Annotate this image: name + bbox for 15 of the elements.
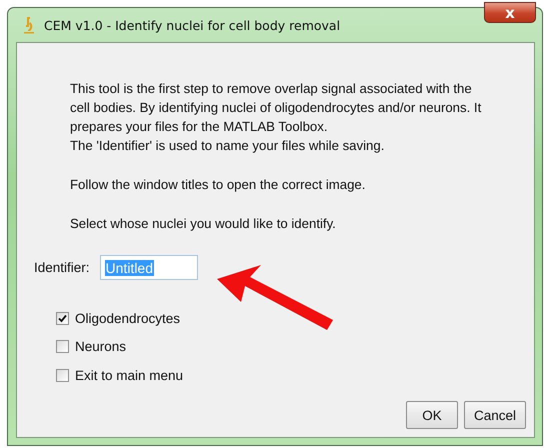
instruction-text: This tool is the first step to remove overlap signal associated with the cell bodies. By identifying nuclei of oligodendrocytes and/or neurons. It prepares your files for the MATLAB Toolbox. The 'Identifier' is used to name your files while saving. (70, 80, 482, 155)
microscope-icon (22, 16, 35, 34)
checkbox-label: Exit to main menu (75, 368, 184, 382)
close-button[interactable]: x (484, 2, 536, 23)
cancel-button[interactable]: Cancel (464, 401, 526, 429)
checkbox[interactable] (56, 312, 69, 324)
instruction-text: Follow the window titles to open the correct image. (70, 176, 366, 194)
checkbox[interactable] (56, 368, 69, 382)
window-title: CEM v1.0 - Identify nuclei for cell body removal (44, 18, 340, 32)
field-label: Identifier: (34, 260, 90, 275)
checkbox-label: Oligodendrocytes (75, 310, 180, 326)
instruction-text: Select whose nuclei you would like to identify. (70, 215, 337, 233)
ok-button[interactable]: OK (406, 401, 458, 429)
checkbox-label: Neurons (75, 339, 126, 354)
checkbox[interactable] (56, 340, 69, 353)
